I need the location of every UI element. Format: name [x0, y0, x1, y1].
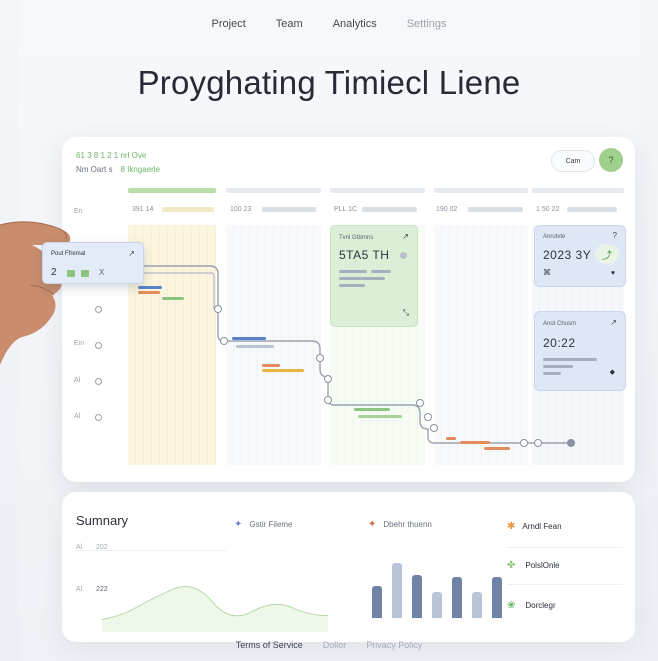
- panel-line: [371, 270, 391, 273]
- timeline-node[interactable]: [220, 337, 228, 345]
- footer: Terms of Service Dollor Privacy Policy: [0, 640, 658, 650]
- list-item-label: PolslOnle: [525, 561, 560, 570]
- floating-card-title: Pout Ffremal: [51, 251, 86, 257]
- timeline-node[interactable]: [424, 413, 432, 421]
- list-item[interactable]: ❀ Dorclegr: [507, 600, 556, 611]
- nav-item-settings[interactable]: Settings: [407, 18, 447, 30]
- brush-icon: ✦: [368, 519, 377, 530]
- task-segment[interactable]: [354, 408, 390, 411]
- legend-item: ✱ Arndl Fean: [507, 521, 562, 532]
- divider: [507, 584, 623, 585]
- floating-card-value: 2: [51, 267, 57, 278]
- legend-label: Gstir Fileme: [249, 520, 293, 529]
- chart-trend-icon: ⤴: [595, 244, 619, 264]
- summary-bar: [472, 591, 482, 618]
- milestone-panel-green[interactable]: Tvnl Gtbrnns ↗ 5TA5 TH ⤡: [330, 225, 418, 327]
- timeline-node[interactable]: [316, 354, 324, 362]
- summary-bar: [452, 577, 462, 618]
- legend-item: ✦ Gstir Fileme: [234, 519, 293, 530]
- floating-task-card[interactable]: Pout Ffremal ↗ 2 X: [42, 242, 144, 284]
- footer-link[interactable]: Dollor: [323, 640, 347, 650]
- timeline-node[interactable]: [430, 424, 438, 432]
- panel-caption: Anrutvte: [543, 234, 566, 240]
- task-segment[interactable]: [138, 286, 162, 289]
- milestone-panel-blue-1[interactable]: Anrutvte ? 2023 3Y ⌘ ⤴ ♥: [534, 225, 626, 287]
- timeline-card: 61 3 8 1 2 1 nrl Ove Nm Oart s8 Ikngaerl…: [62, 137, 635, 482]
- task-segment[interactable]: [138, 291, 160, 294]
- nav-item-project[interactable]: Project: [212, 18, 246, 30]
- task-segment[interactable]: [262, 369, 304, 372]
- panel-line: [339, 270, 367, 273]
- hand-illustration: [0, 221, 71, 365]
- task-segment[interactable]: [446, 437, 456, 440]
- floating-card-suffix: X: [99, 268, 105, 277]
- summary-bar: [372, 586, 382, 618]
- task-segment[interactable]: [460, 441, 490, 444]
- resize-icon[interactable]: ⤡: [403, 308, 409, 318]
- panel-value: 2023 3Y: [543, 248, 592, 262]
- legend-label: Arndl Fean: [522, 522, 562, 531]
- legend-label: Dbehr thuenn: [383, 520, 432, 529]
- task-segment[interactable]: [162, 297, 184, 300]
- y-axis-label: Al: [76, 586, 83, 593]
- help-icon[interactable]: ?: [613, 231, 617, 240]
- list-item[interactable]: ✤ PolslOnle: [507, 560, 560, 571]
- panel-line: [543, 358, 597, 361]
- expand-icon[interactable]: ↗: [610, 318, 617, 327]
- top-navigation: Project Team Analytics Settings: [0, 18, 658, 30]
- footer-terms-link[interactable]: Terms of Service: [236, 640, 303, 650]
- timeline-node[interactable]: [416, 399, 424, 407]
- command-icon: ⌘: [543, 268, 551, 277]
- status-dot-icon: [400, 252, 407, 259]
- timeline-end-node[interactable]: [567, 439, 575, 447]
- timeline-node[interactable]: [324, 375, 332, 383]
- nav-item-team[interactable]: Team: [276, 18, 303, 30]
- panel-caption: Anot Chusm: [543, 321, 577, 327]
- timeline-node[interactable]: [324, 396, 332, 404]
- summary-bar: [412, 574, 422, 618]
- milestone-panel-blue-2[interactable]: Anot Chusm ↗ 20:22 ◆: [534, 311, 626, 391]
- timeline-node[interactable]: [520, 439, 528, 447]
- sprout-icon: ❀: [507, 600, 516, 611]
- pin-icon: ✱: [507, 521, 516, 532]
- panel-caption: Tvnl Gtbrnns: [339, 235, 374, 241]
- summary-title: Sumnary: [76, 513, 129, 528]
- leaf-icon: ✤: [507, 560, 516, 571]
- panel-line: [543, 365, 573, 368]
- panel-value: 20:22: [543, 336, 576, 350]
- diamond-icon: ◆: [609, 369, 615, 376]
- summary-line-chart: [102, 586, 329, 632]
- heart-icon: ♥: [610, 270, 615, 277]
- green-block-icon: [67, 270, 75, 277]
- y-axis-label: 202: [96, 544, 108, 551]
- task-segment[interactable]: [236, 345, 274, 348]
- task-segment[interactable]: [358, 415, 402, 418]
- panel-line: [339, 277, 385, 280]
- timeline-node[interactable]: [214, 305, 222, 313]
- nav-item-analytics[interactable]: Analytics: [333, 18, 377, 30]
- task-segment[interactable]: [484, 447, 510, 450]
- green-block-icon: [81, 270, 89, 277]
- summary-card: Sumnary ✦ Gstir Fileme ✦ Dbehr thuenn ✱ …: [62, 492, 635, 642]
- summary-bar: [392, 562, 402, 618]
- panel-value: 5TA5 TH: [339, 248, 390, 262]
- summary-bar: [432, 591, 442, 618]
- footer-privacy-link[interactable]: Privacy Policy: [366, 640, 422, 650]
- task-segment[interactable]: [262, 364, 280, 367]
- task-segment[interactable]: [232, 337, 266, 340]
- divider: [507, 547, 623, 548]
- expand-icon[interactable]: ↗: [402, 232, 409, 241]
- summary-bar: [492, 577, 502, 618]
- panel-line: [339, 284, 365, 287]
- y-axis-label: Al: [76, 544, 83, 551]
- list-item-label: Dorclegr: [525, 601, 556, 610]
- timeline-node[interactable]: [534, 439, 542, 447]
- panel-line: [543, 372, 561, 375]
- page-title: Proyghating Timiecl Liene: [137, 64, 521, 101]
- paint-icon: ✦: [234, 519, 243, 530]
- legend-item: ✦ Dbehr thuenn: [368, 519, 432, 530]
- expand-icon[interactable]: ↗: [128, 249, 135, 258]
